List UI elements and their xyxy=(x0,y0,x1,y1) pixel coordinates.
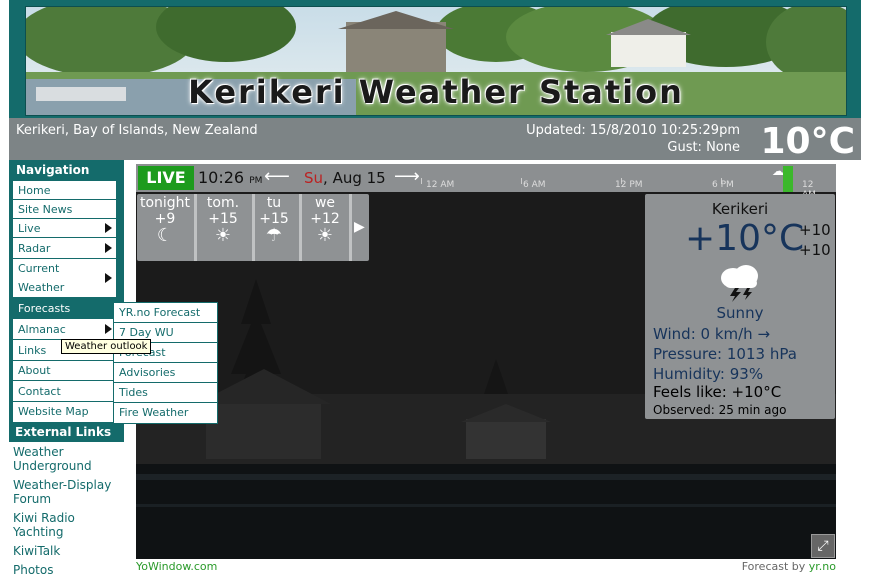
rain-icon: ☂ xyxy=(265,225,283,246)
ext-link-kiwitalk[interactable]: KiwiTalk xyxy=(9,544,124,558)
timeline-bar: LIVE 10:26 PM ⟵ Su, Aug 15 ⟶ 12 AM 6 AM … xyxy=(136,164,836,200)
navigation-heading: Navigation xyxy=(16,163,90,177)
current-time: 10:26 PM xyxy=(198,168,262,187)
time-value: 10:26 xyxy=(198,168,245,187)
next-day-arrow-icon[interactable]: ⟶ xyxy=(394,166,420,187)
yr-no-link[interactable]: yr.no xyxy=(809,560,836,573)
current-temp-low: +10 xyxy=(799,241,831,259)
submenu-item-advisories[interactable]: Advisories xyxy=(114,363,217,383)
current-city: Kerikeri xyxy=(711,200,769,218)
wind-reading: Wind: 0 km/h → xyxy=(653,325,771,343)
sun-cloud-icon: ☀ xyxy=(214,225,232,246)
humidity-reading: Humidity: 93% xyxy=(653,365,764,383)
nav-item-label: About xyxy=(18,364,51,377)
moon-icon: ☾ xyxy=(156,225,174,246)
forecast-day-tomorrow[interactable]: tom. +15 ☀ xyxy=(195,194,251,261)
nav-item-forecasts[interactable]: Forecasts xyxy=(13,298,116,319)
forecast-strip: tonight +9 ☾ tom. +15 ☀ tu +15 ☂ we +12 … xyxy=(137,194,369,261)
submenu-item-tides[interactable]: Tides xyxy=(114,383,217,403)
sun-cloud-icon: ☀ xyxy=(316,225,334,246)
tooltip: Weather outlook xyxy=(61,339,152,354)
nav-item-label: Home xyxy=(18,184,51,197)
forecast-day-tuesday[interactable]: tu +15 ☂ xyxy=(246,194,302,261)
live-button[interactable]: LIVE xyxy=(138,166,194,190)
submenu-arrow-icon xyxy=(105,273,112,283)
yowindow-link[interactable]: YoWindow.com xyxy=(136,560,217,573)
forecast-day-tonight[interactable]: tonight +9 ☾ xyxy=(137,194,193,261)
external-links-list: Weather Underground Weather-Display Foru… xyxy=(9,442,124,577)
observed-time: Observed: 25 min ago xyxy=(653,403,787,417)
nav-item-label: Links xyxy=(18,344,47,357)
ext-link-kiwi-radio-yachting[interactable]: Kiwi Radio Yachting xyxy=(9,511,103,539)
feels-like-reading: Feels like: +10°C xyxy=(653,383,782,401)
ext-link-photos[interactable]: Photos xyxy=(9,563,124,577)
previous-day-arrow-icon[interactable]: ⟵ xyxy=(264,166,290,187)
day-date: , Aug 15 xyxy=(323,169,386,187)
submenu-arrow-icon xyxy=(105,223,112,233)
navigation-panel: Navigation Home Site News Live Radar Cur… xyxy=(9,160,124,577)
nav-item-label: Radar xyxy=(18,242,51,255)
thunderstorm-icon xyxy=(715,262,765,302)
submenu-item-yr-forecast[interactable]: YR.no Forecast xyxy=(114,303,217,323)
nav-item-label: Current Weather xyxy=(18,262,65,294)
info-bar: Kerikeri, Bay of Islands, New Zealand Up… xyxy=(9,118,861,162)
forecast-day-label: tu xyxy=(266,195,282,211)
nav-item-label: Forecasts xyxy=(18,302,71,315)
nav-item-website-map[interactable]: Website Map xyxy=(13,402,116,422)
nav-item-radar[interactable]: Radar xyxy=(13,238,116,259)
nav-item-label: Live xyxy=(18,222,41,235)
ext-link-weather-underground[interactable]: Weather Underground xyxy=(9,445,113,473)
hour-label: 12 AM xyxy=(426,180,455,190)
hours-scale[interactable]: 12 AM 6 AM 12 PM 6 PM 12 AM xyxy=(421,178,821,200)
current-temperature: 10°C xyxy=(760,121,855,162)
day-label: Su, Aug 15 xyxy=(304,169,386,187)
nav-item-home[interactable]: Home xyxy=(13,181,116,200)
nav-item-about[interactable]: About xyxy=(13,361,116,381)
nav-item-label: Contact xyxy=(18,385,61,398)
hour-label: 6 PM xyxy=(712,180,734,190)
forecast-day-label: we xyxy=(314,195,336,211)
fullscreen-icon[interactable]: ⤢ xyxy=(811,534,835,558)
nav-item-live[interactable]: Live xyxy=(13,219,116,238)
forecast-day-wednesday[interactable]: we +12 ☀ xyxy=(297,194,353,261)
navigation-list: Home Site News Live Radar Current Weathe… xyxy=(13,181,116,422)
nav-item-current-weather[interactable]: Current Weather xyxy=(13,259,116,298)
current-temp-high: +10 xyxy=(799,221,831,239)
ext-link-weather-display-forum[interactable]: Weather-Display Forum xyxy=(9,478,113,506)
forecast-separator xyxy=(349,194,352,261)
nav-item-site-news[interactable]: Site News xyxy=(13,200,116,219)
hour-label: 6 AM xyxy=(523,180,546,190)
time-ampm: PM xyxy=(249,176,263,186)
submenu-arrow-icon xyxy=(105,243,112,253)
submenu-item-fire-weather[interactable]: Fire Weather xyxy=(114,403,217,423)
current-conditions-panel: Kerikeri +10°C +10 +10 Sunny Wind: 0 km/… xyxy=(645,194,835,419)
forecast-credit: Forecast by yr.no xyxy=(742,560,836,573)
nav-item-label: Site News xyxy=(18,203,73,216)
thunderstorm-icon-graphic xyxy=(721,265,758,302)
banner: Kerikeri Weather Station xyxy=(9,0,861,118)
nav-item-contact[interactable]: Contact xyxy=(13,381,116,402)
forecast-day-label: tonight xyxy=(139,195,191,211)
forecast-day-label: tom. xyxy=(206,195,240,211)
current-temp-large: +10°C xyxy=(685,218,805,259)
forecasts-submenu: YR.no Forecast 7 Day WU Forecast Advisor… xyxy=(113,302,218,424)
time-slider-handle[interactable] xyxy=(783,166,793,192)
forecast-next-arrow-icon[interactable]: ▶ xyxy=(354,219,365,235)
banner-title: Kerikeri Weather Station xyxy=(188,73,684,111)
pressure-reading: Pressure: 1013 hPa xyxy=(653,345,797,363)
current-condition: Sunny xyxy=(716,304,764,322)
forecast-credit-prefix: Forecast by xyxy=(741,560,809,573)
nav-item-label: Website Map xyxy=(18,405,89,418)
gust-value: Gust: None xyxy=(667,140,740,155)
external-links-heading: External Links xyxy=(15,425,112,439)
nav-item-almanac[interactable]: Almanac xyxy=(13,319,116,340)
submenu-arrow-icon xyxy=(105,324,112,334)
day-name: Su xyxy=(304,169,324,187)
banner-photo: Kerikeri Weather Station xyxy=(25,6,847,116)
nav-item-label: Almanac xyxy=(18,323,66,336)
hour-tick xyxy=(521,178,522,184)
updated-time: Updated: 15/8/2010 10:25:29pm xyxy=(526,123,740,138)
hour-tick xyxy=(421,178,422,184)
hour-label: 12 PM xyxy=(615,180,643,190)
